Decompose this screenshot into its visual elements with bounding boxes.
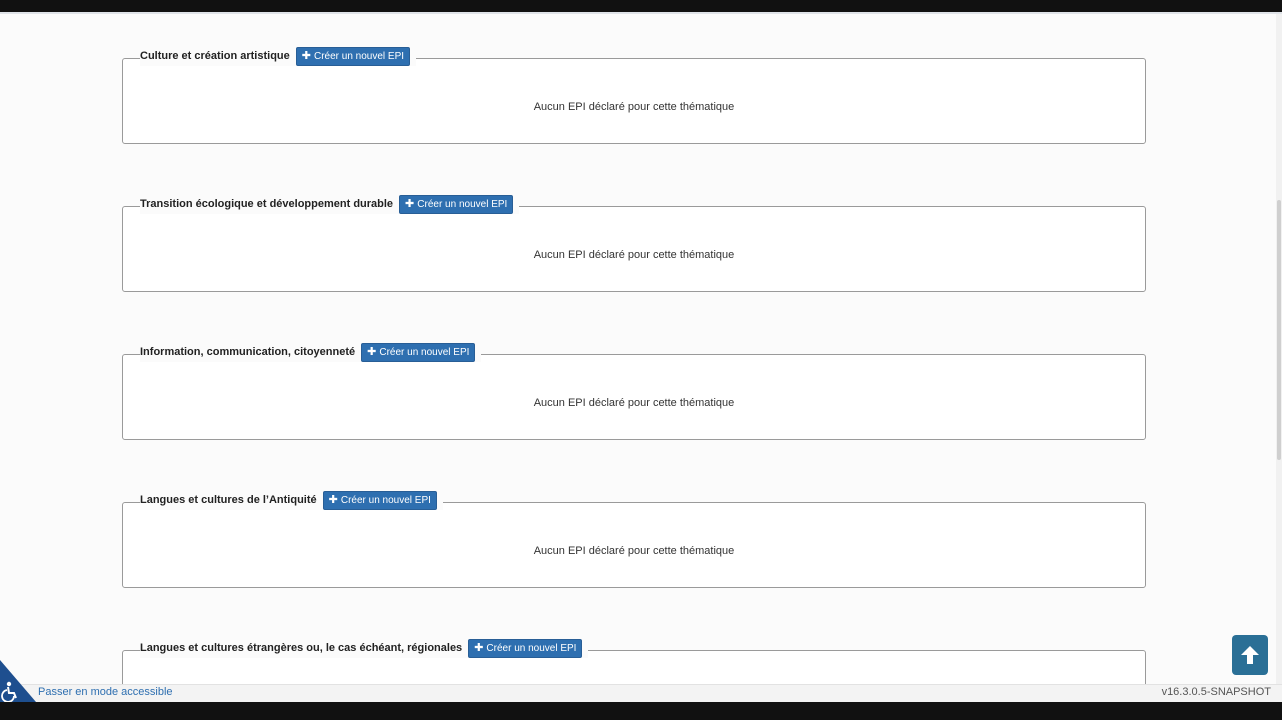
section-title: Information, communication, citoyenneté <box>140 346 356 358</box>
create-epi-button[interactable]: ✚ Créer un nouvel EPI <box>322 490 437 510</box>
back-to-top-button[interactable] <box>1232 635 1268 675</box>
plus-icon: ✚ <box>301 49 311 62</box>
plus-icon: ✚ <box>474 641 484 654</box>
empty-message: Aucun EPI déclaré pour cette thématique <box>533 545 735 557</box>
create-epi-button[interactable]: ✚ Créer un nouvel EPI <box>468 638 583 658</box>
create-epi-button[interactable]: ✚ Créer un nouvel EPI <box>399 194 514 214</box>
section-transition-ecologique: Aucun EPI déclaré pour cette thématique <box>122 206 1146 292</box>
section-title: Langues et cultures étrangères ou, le ca… <box>140 642 463 654</box>
scrollbar-thumb[interactable] <box>1277 200 1281 460</box>
create-epi-button-label: Créer un nouvel EPI <box>486 642 577 654</box>
empty-message: Aucun EPI déclaré pour cette thématique <box>533 101 735 113</box>
create-epi-button[interactable]: ✚ Créer un nouvel EPI <box>295 46 411 66</box>
arrow-up-icon <box>1241 646 1259 664</box>
main-content: Aucun EPI déclaré pour cette thématique … <box>0 0 1282 684</box>
wheelchair-icon <box>0 660 36 703</box>
section-langues-antiquite: Aucun EPI déclaré pour cette thématique <box>122 502 1146 588</box>
create-epi-button-label: Créer un nouvel EPI <box>417 198 508 210</box>
section-legend: Langues et cultures de l’Antiquité ✚ Cré… <box>140 490 443 510</box>
section-legend: Transition écologique et développement d… <box>140 194 520 214</box>
section-culture-creation-artistique: Aucun EPI déclaré pour cette thématique <box>122 58 1146 144</box>
section-legend: Langues et cultures étrangères ou, le ca… <box>140 638 589 658</box>
accessible-mode-link[interactable]: Passer en mode accessible <box>38 686 173 698</box>
create-epi-button-label: Créer un nouvel EPI <box>379 346 470 358</box>
section-title: Transition écologique et développement d… <box>140 198 394 210</box>
create-epi-button[interactable]: ✚ Créer un nouvel EPI <box>361 342 476 362</box>
section-legend: Culture et création artistique ✚ Créer u… <box>140 46 417 66</box>
empty-message: Aucun EPI déclaré pour cette thématique <box>533 397 735 409</box>
version-label: v16.3.0.5-SNAPSHOT <box>1161 686 1271 698</box>
empty-message: Aucun EPI déclaré pour cette thématique <box>533 249 735 261</box>
footer-bar <box>0 684 1282 703</box>
window-bottom-bar <box>0 702 1282 720</box>
plus-icon: ✚ <box>328 493 338 506</box>
create-epi-button-label: Créer un nouvel EPI <box>340 494 431 506</box>
plus-icon: ✚ <box>367 345 377 358</box>
section-title: Langues et cultures de l’Antiquité <box>140 494 317 506</box>
accessibility-toggle[interactable] <box>0 660 36 703</box>
section-title: Culture et création artistique <box>140 50 290 62</box>
create-epi-button-label: Créer un nouvel EPI <box>313 50 405 62</box>
section-legend: Information, communication, citoyenneté … <box>140 342 482 362</box>
plus-icon: ✚ <box>405 197 415 210</box>
section-information-communication: Aucun EPI déclaré pour cette thématique <box>122 354 1146 440</box>
